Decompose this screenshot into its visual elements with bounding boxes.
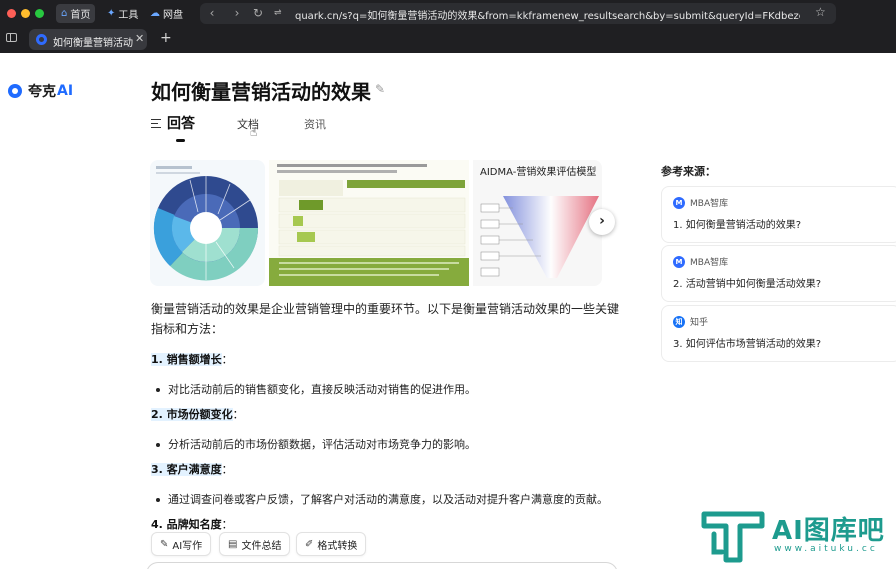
pen-icon: ✎ xyxy=(160,538,169,550)
site-settings-icon[interactable]: ⇌ xyxy=(274,8,286,18)
top-nav-disk[interactable]: ☁ 网盘 xyxy=(145,4,188,23)
format-convert-label: 格式转换 xyxy=(317,540,358,552)
reference-source-1-name: MBA智库 xyxy=(690,199,729,209)
quark-favicon-icon xyxy=(36,34,47,45)
answer-heading-2: 2. 市场份额变化： xyxy=(151,408,244,421)
home-icon: ⌂ xyxy=(61,8,68,19)
document-icon: ▤ xyxy=(228,538,238,550)
answer-heading-1: 1. 销售额增长： xyxy=(151,353,233,366)
sidebar-toggle-icon[interactable] xyxy=(6,33,17,42)
reference-source-3-name: 知乎 xyxy=(690,318,709,328)
references-title: 参考来源： xyxy=(661,165,716,178)
answer-heading-1-text[interactable]: 1. 销售额增长 xyxy=(151,353,222,366)
watermark-text: AI图库吧 xyxy=(772,516,885,546)
zhihu-source-icon: 知 xyxy=(673,315,685,328)
logo-ai-text: AI xyxy=(57,83,74,99)
tab-answer-label: 回答 xyxy=(167,116,195,132)
answer-heading-4-text: 4. 品牌知名度 xyxy=(151,518,222,531)
ai-writing-button[interactable]: ✎ AI写作 xyxy=(151,532,212,556)
minimize-window-button[interactable] xyxy=(21,9,30,18)
back-icon[interactable]: ‹ xyxy=(203,4,221,22)
ai-writing-label: AI写作 xyxy=(172,540,203,552)
browser-tab-active[interactable]: 如何衡量营销活动的效 ✕ xyxy=(29,29,147,50)
reference-source-2: M MBA智库 xyxy=(673,255,728,268)
carousel-image-aidma[interactable]: AIDMA-营销效果评估模型 xyxy=(473,160,602,286)
answer-bullet-2-text: 分析活动前后的市场份额数据，评估活动对市场竞争力的影响。 xyxy=(168,438,476,451)
reload-icon[interactable]: ↻ xyxy=(249,4,267,22)
mba-source-icon: M xyxy=(673,196,685,209)
carousel-image-table[interactable] xyxy=(269,160,469,286)
watermark-url: www.aituku.cc xyxy=(774,544,878,554)
browser-window: ⌂ 首页 ✦ 工具 ☁ 网盘 ‹ › ↻ ⇌ quark.cn/s?q=如何衡量… xyxy=(0,0,896,569)
mba-source-icon: M xyxy=(673,255,685,268)
hand-cursor-icon: ☝ xyxy=(250,125,258,139)
file-summary-label: 文件总结 xyxy=(241,540,282,552)
new-tab-icon[interactable]: + xyxy=(160,30,172,46)
tab-close-icon[interactable]: ✕ xyxy=(135,32,144,45)
top-nav-tools[interactable]: ✦ 工具 xyxy=(102,4,143,23)
answer-bullet-3-text: 通过调查问卷或客户反馈，了解客户对活动的满意度，以及活动对提升客户满意度的贡献。 xyxy=(168,493,608,506)
top-nav-tools-label: 工具 xyxy=(118,10,139,21)
reference-source-3: 知 知乎 xyxy=(673,315,708,328)
reference-1-text[interactable]: 1. 如何衡量营销活动的效果? xyxy=(673,216,801,231)
reference-source-1: M MBA智库 xyxy=(673,196,728,209)
tab-news[interactable]: 资讯 xyxy=(304,116,326,132)
reference-3-text[interactable]: 3. 如何评估市场营销活动的效果? xyxy=(673,335,821,350)
format-convert-button[interactable]: ✐ 格式转换 xyxy=(296,532,367,556)
list-icon xyxy=(151,118,161,128)
reference-card-1[interactable]: M MBA智库 1. 如何衡量营销活动的效果? xyxy=(661,186,896,243)
answer-heading-3-text[interactable]: 3. 客户满意度 xyxy=(151,463,222,476)
close-window-button[interactable] xyxy=(7,9,16,18)
maximize-window-button[interactable] xyxy=(35,9,44,18)
quark-logo-icon xyxy=(8,84,22,98)
aituku-logo-icon xyxy=(701,511,765,563)
file-summary-button[interactable]: ▤ 文件总结 xyxy=(219,532,291,556)
answer-bullet-2: 分析活动前后的市场份额数据，评估活动对市场竞争力的影响。 xyxy=(156,436,476,452)
cloud-icon: ☁ xyxy=(150,8,160,19)
watermark: AI图库吧 www.aituku.cc xyxy=(700,508,896,568)
answer-bullet-1-text: 对比活动前后的销售额变化，直接反映活动对销售的促进作用。 xyxy=(168,383,476,396)
quark-ai-logo[interactable]: 夸克 AI xyxy=(8,81,73,101)
top-nav-home-label: 首页 xyxy=(70,10,91,21)
carousel-image-sunburst[interactable] xyxy=(150,160,265,286)
image-carousel: AIDMA-营销效果评估模型 xyxy=(150,160,602,286)
answer-bullet-3: 通过调查问卷或客户反馈，了解客户对活动的满意度，以及活动对提升客户满意度的贡献。 xyxy=(156,491,608,507)
reference-2-text[interactable]: 2. 活动营销中如何衡量活动效果? xyxy=(673,275,821,290)
page-title: 如何衡量营销活动的效果 xyxy=(151,80,371,104)
tab-title: 如何衡量营销活动的效 xyxy=(53,38,133,49)
top-nav-home[interactable]: ⌂ 首页 xyxy=(56,4,96,23)
logo-text: 夸克 xyxy=(28,84,56,100)
url-text[interactable]: quark.cn/s?q=如何衡量营销活动的效果&from=kkframenew… xyxy=(295,7,800,22)
carousel-next-button[interactable]: › xyxy=(589,209,615,235)
answer-heading-3: 3. 客户满意度： xyxy=(151,463,233,476)
chat-input-box[interactable] xyxy=(146,562,618,569)
answer-intro: 衡量营销活动的效果是企业营销管理中的重要环节。以下是衡量营销活动效果的一些关键指… xyxy=(151,302,620,336)
active-tab-indicator xyxy=(176,139,185,142)
edit-icon[interactable]: ✎ xyxy=(375,82,385,96)
bookmark-star-icon[interactable]: ☆ xyxy=(815,5,826,19)
tab-answer[interactable]: 回答 xyxy=(151,113,195,133)
forward-icon[interactable]: › xyxy=(228,4,246,22)
convert-icon: ✐ xyxy=(305,538,314,550)
sparkle-icon: ✦ xyxy=(107,8,116,19)
reference-card-3[interactable]: 知 知乎 3. 如何评估市场营销活动的效果? xyxy=(661,305,896,362)
reference-card-2[interactable]: M MBA智库 2. 活动营销中如何衡量活动效果? xyxy=(661,245,896,302)
answer-bullet-1: 对比活动前后的销售额变化，直接反映活动对销售的促进作用。 xyxy=(156,381,476,397)
top-nav-disk-label: 网盘 xyxy=(163,10,183,21)
answer-heading-2-text[interactable]: 2. 市场份额变化 xyxy=(151,408,233,421)
answer-heading-4: 4. 品牌知名度： xyxy=(151,518,233,531)
reference-source-2-name: MBA智库 xyxy=(690,258,729,268)
